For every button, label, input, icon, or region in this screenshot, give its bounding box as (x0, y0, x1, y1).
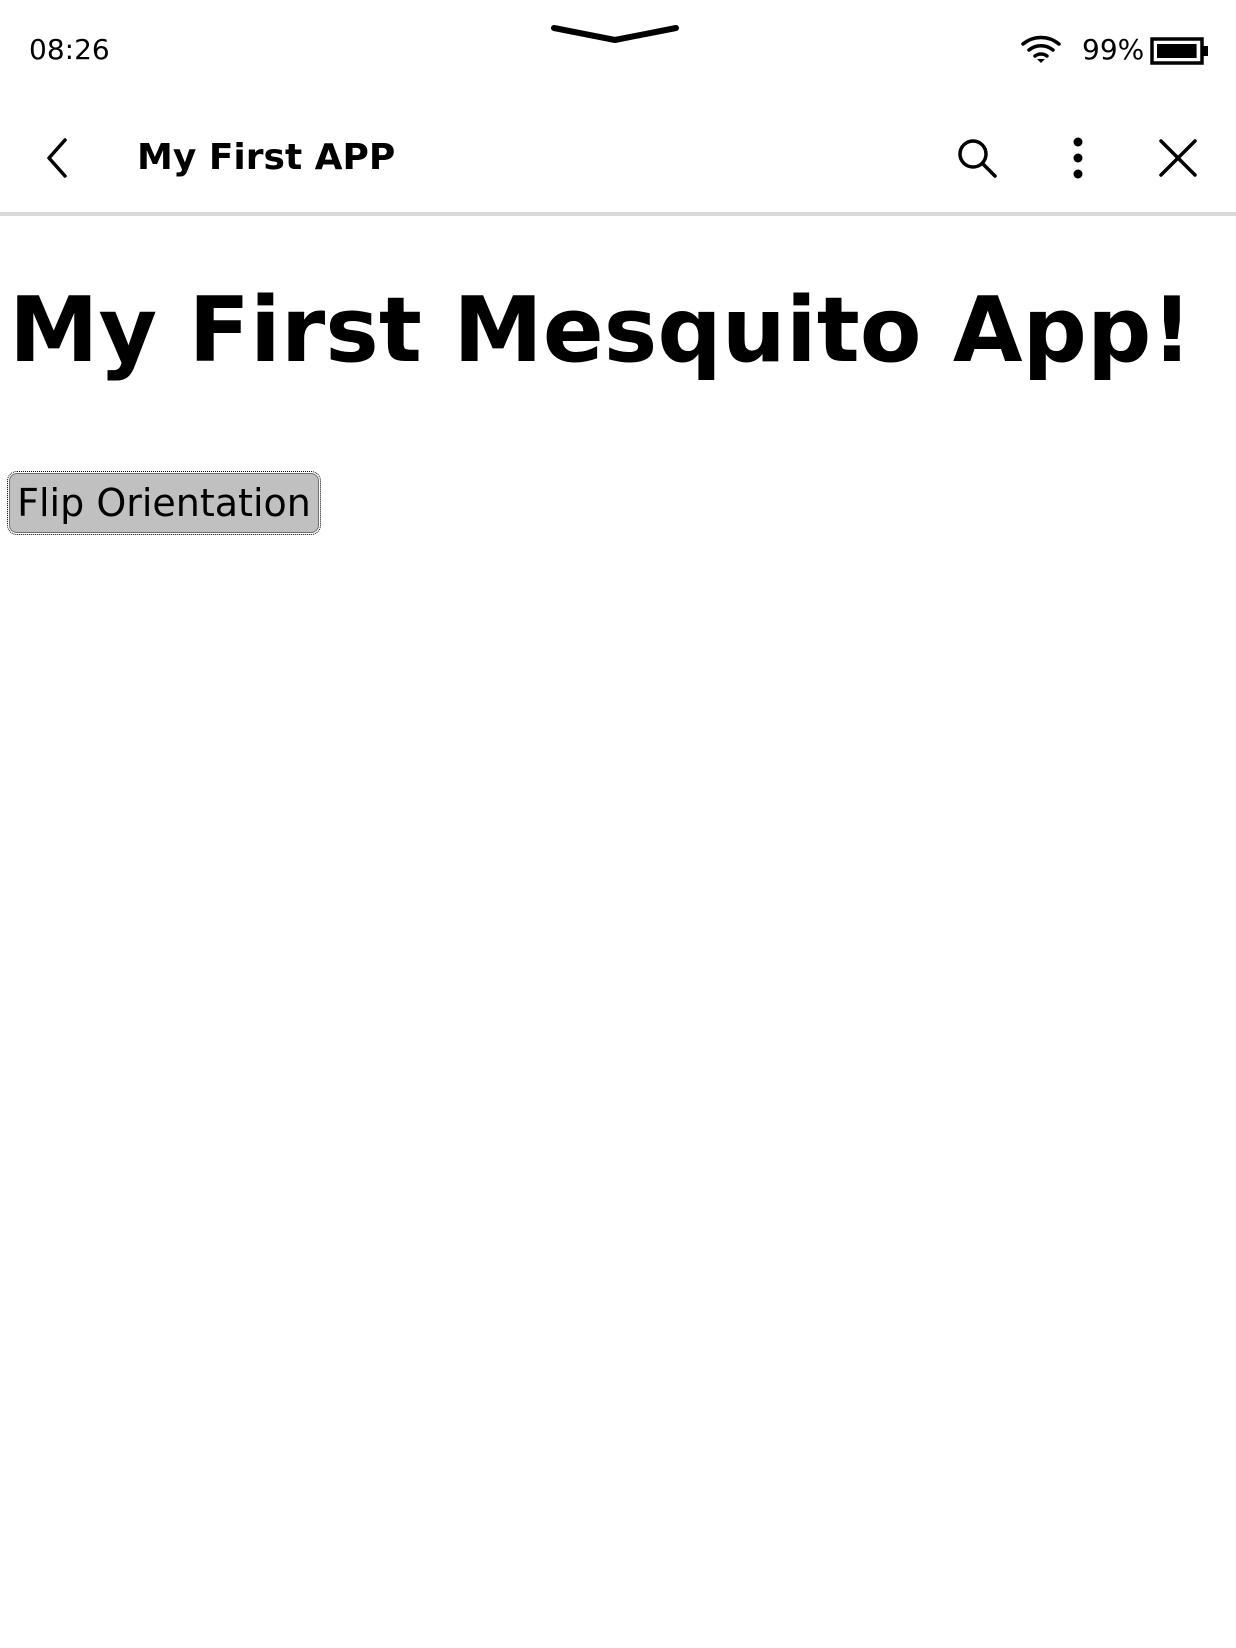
pulldown-handle-icon[interactable] (550, 22, 680, 46)
flip-orientation-button[interactable]: Flip Orientation (7, 471, 321, 535)
battery-icon (1150, 37, 1208, 65)
wifi-icon (1021, 35, 1061, 63)
back-icon (47, 138, 67, 178)
close-icon (1159, 139, 1197, 177)
app-title-bar: My First APP (0, 100, 1236, 216)
battery-percent: 99% (1082, 33, 1145, 66)
back-button[interactable] (23, 123, 93, 193)
more-options-button[interactable] (1043, 123, 1113, 193)
search-icon (958, 139, 997, 178)
search-button[interactable] (942, 123, 1012, 193)
more-vertical-icon (1073, 137, 1083, 179)
page-heading: My First Mesquito App! (9, 278, 1193, 383)
app-title: My First APP (137, 137, 396, 178)
status-time: 08:26 (29, 33, 110, 66)
page-content: My First Mesquito App! Flip Orientation (0, 216, 1236, 1648)
close-button[interactable] (1143, 123, 1213, 193)
status-bar: 08:26 99% (0, 0, 1236, 100)
